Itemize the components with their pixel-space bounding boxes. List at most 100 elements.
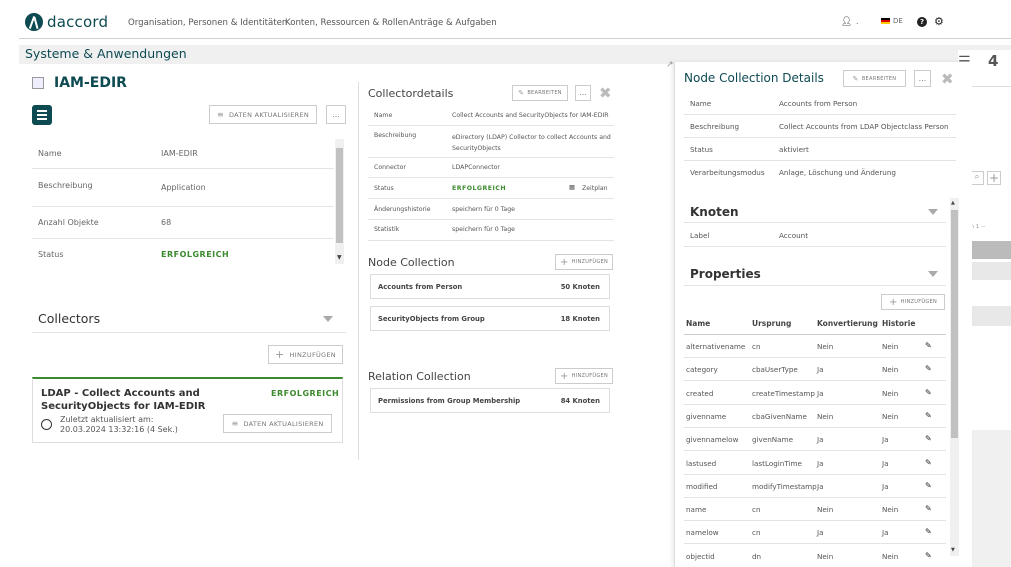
user-icon[interactable]: 👤︎ [841,17,852,27]
detail-label: Statistik [374,226,400,233]
edit-collector-label: BEARBEITEN [527,90,562,96]
scrollbar-thumb[interactable] [951,210,958,438]
divider [368,198,614,199]
divider [684,114,956,115]
property-origin: givenName [752,435,793,445]
add-relation-collection-label: HINZUFÜGEN [571,373,609,379]
property-history: Nein [882,342,899,351]
pencil-icon: ✎ [852,74,859,83]
german-flag-icon [881,18,890,24]
node-collection-item[interactable]: Accounts from Person 50 Knoten [370,274,610,299]
divider [368,219,614,220]
divider [19,38,1011,39]
scrollbar-thumb[interactable] [336,148,343,243]
collapse-icon[interactable] [928,209,938,215]
brand-logo[interactable]: daccord [25,13,108,31]
schedule-link[interactable]: Zeitplan [582,185,608,192]
pencil-icon[interactable]: ✎ [925,481,932,490]
collector-card[interactable]: LDAP - Collect Accounts and SecurityObjec… [32,377,343,443]
divider [684,426,946,428]
add-icon[interactable]: + [987,171,1001,185]
close-icon[interactable]: ✖ [599,84,612,102]
node-collection-name: Accounts from Person [378,283,463,291]
refresh-data-button[interactable]: ≡ DATEN AKTUALISIEREN [209,105,317,124]
calendar-icon[interactable]: ▦ [569,184,575,191]
property-conversion: Nein [817,342,834,351]
property-origin: cbaGivenName [752,411,807,421]
pencil-icon[interactable]: ✎ [925,341,932,350]
knoten-label: Label [690,231,710,240]
detail-value: eDirectory (LDAP) Collector to collect A… [452,132,611,154]
scroll-up-icon[interactable]: ▲ [951,200,955,206]
expand-icon[interactable]: ↗ [666,60,674,70]
collector-details-title: Collectordetails [368,87,454,100]
refresh-data-label: DATEN AKTUALISIEREN [228,110,310,119]
add-property-button[interactable]: + HINZUFÜGEN [881,294,945,310]
collectors-title: Collectors [38,311,101,326]
field-label-object-count: Anzahl Objekte [38,218,99,227]
close-icon[interactable]: ✖ [941,70,954,88]
column-header-name[interactable]: Name [686,319,710,328]
property-conversion: Ja [817,365,824,375]
property-name: objectid [686,551,715,561]
updated-value: 20.03.2024 13:32:16 (4 Sek.) [60,425,178,434]
add-relation-collection-button[interactable]: + HINZUFÜGEN [555,368,613,384]
more-button[interactable]: ... [326,105,346,124]
collapse-icon[interactable] [323,316,333,322]
detail-label: Beschreibung [374,132,417,139]
nav-konten[interactable]: Konten, Ressourcen & Rollen [285,18,408,28]
divider [684,450,946,452]
nav-antraege[interactable]: Anträge & Aufgaben [409,18,497,28]
node-collection-item[interactable]: SecurityObjects from Group 18 Knoten [370,306,610,331]
property-name: lastused [686,458,717,468]
nav-organisation[interactable]: Organisation, Personen & Identitäten [128,18,287,28]
pencil-icon[interactable]: ✎ [925,551,932,560]
collector-title-line: LDAP - Collect Accounts and [41,388,200,399]
add-node-collection-label: HINZUFÜGEN [571,259,609,265]
pencil-icon[interactable]: ✎ [925,411,932,420]
pencil-icon[interactable]: ✎ [925,434,932,443]
pencil-icon[interactable]: ✎ [925,364,932,373]
collector-title-line: SecurityObjects for IAM-EDIR [41,401,206,412]
collector-status: ERFOLGREICH [271,389,340,398]
collapse-icon[interactable] [928,271,938,277]
divider [32,238,334,239]
language-selector[interactable]: DE [881,17,903,25]
divider [684,403,946,405]
detail-label: Name [374,112,393,119]
add-collector-button[interactable]: + HINZUFÜGEN [268,345,343,364]
user-name[interactable]: . [856,17,859,26]
plus-icon: + [888,296,898,308]
collector-refresh-label: DATEN AKTUALISIEREN [243,419,324,428]
column-header-history[interactable]: Historie [882,319,915,328]
pencil-icon[interactable]: ✎ [925,504,932,513]
node-details-title: Node Collection Details [684,71,824,85]
help-icon[interactable]: ? [917,17,927,27]
edit-node-collection-button[interactable]: ✎ BEARBEITEN [843,70,906,87]
collector-refresh-button[interactable]: ≡ DATEN AKTUALISIEREN [223,414,332,433]
detail-value-line: eDirectory (LDAP) Collector to collect A… [452,134,611,141]
scroll-down-icon[interactable]: ▼ [951,547,955,553]
add-property-label: HINZUFÜGEN [900,299,938,305]
pencil-icon[interactable]: ✎ [925,458,932,467]
language-label: DE [893,17,903,25]
add-node-collection-button[interactable]: + HINZUFÜGEN [555,254,613,270]
node-detail-label: Beschreibung [690,122,740,131]
column-header-conversion[interactable]: Konvertierung [817,319,878,328]
column-header-origin[interactable]: Ursprung [752,319,791,328]
pencil-icon[interactable]: ✎ [925,527,932,536]
gear-icon[interactable]: ⚙ [934,15,944,28]
more-button[interactable]: ... [914,70,931,87]
object-count: 4 [988,52,999,70]
node-detail-value: Anlage, Löschung und Änderung [779,168,896,177]
application-icon [32,105,52,125]
pencil-icon[interactable]: ✎ [925,388,932,397]
divider [684,357,946,358]
property-conversion: Ja [817,458,824,468]
more-button[interactable]: ... [575,85,591,101]
relation-collection-item[interactable]: Permissions from Group Membership 84 Kno… [370,388,610,413]
scroll-down-icon[interactable]: ▼ [337,254,342,261]
property-name: name [686,505,707,515]
search-icon[interactable]: ⌕ [970,171,984,185]
edit-collector-button[interactable]: ✎ BEARBEITEN [512,85,568,101]
